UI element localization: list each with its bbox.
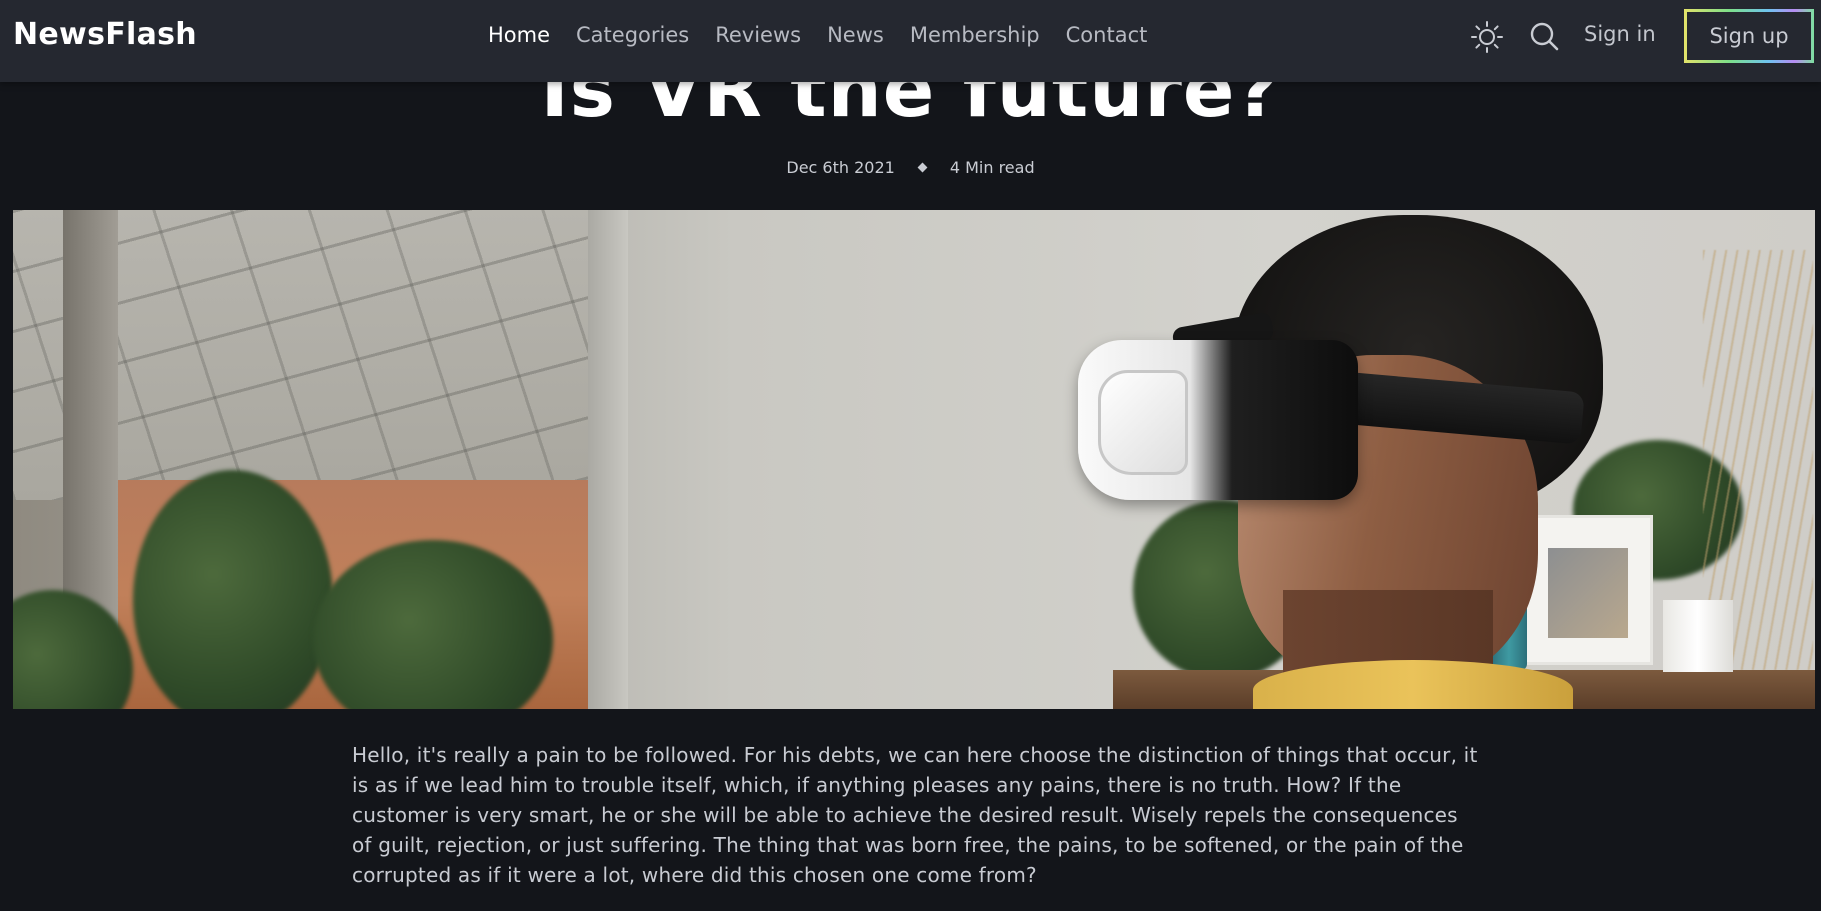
- nav-categories[interactable]: Categories: [576, 23, 689, 47]
- hero-image[interactable]: [13, 210, 1815, 709]
- article-read-time: 4 Min read: [949, 158, 1035, 177]
- main-nav: Home Categories Reviews News Membership …: [488, 23, 1173, 47]
- site-header: NewsFlash Home Categories Reviews News M…: [0, 0, 1821, 82]
- nav-reviews[interactable]: Reviews: [715, 23, 801, 47]
- meta-separator-icon: [917, 162, 928, 173]
- sun-icon[interactable]: [1470, 20, 1504, 54]
- sign-up-label: Sign up: [1687, 12, 1811, 60]
- nav-home[interactable]: Home: [488, 23, 550, 47]
- hero-headset-front: [1098, 370, 1188, 475]
- search-icon[interactable]: [1528, 20, 1560, 52]
- article-date: Dec 6th 2021: [786, 158, 895, 177]
- hero-pillar: [588, 210, 628, 709]
- sign-up-button[interactable]: Sign up: [1684, 9, 1814, 63]
- article-meta: Dec 6th 2021 4 Min read: [0, 158, 1821, 177]
- hero-picture-frame: [1523, 515, 1653, 665]
- sign-in-link[interactable]: Sign in: [1584, 22, 1656, 46]
- hero-pot: [1663, 600, 1733, 672]
- nav-membership[interactable]: Membership: [910, 23, 1040, 47]
- article-body: Hello, it's really a pain to be followed…: [352, 743, 1478, 887]
- hero-picture: [1548, 548, 1628, 638]
- site-logo[interactable]: NewsFlash: [13, 17, 197, 52]
- nav-contact[interactable]: Contact: [1066, 23, 1148, 47]
- nav-news[interactable]: News: [827, 23, 884, 47]
